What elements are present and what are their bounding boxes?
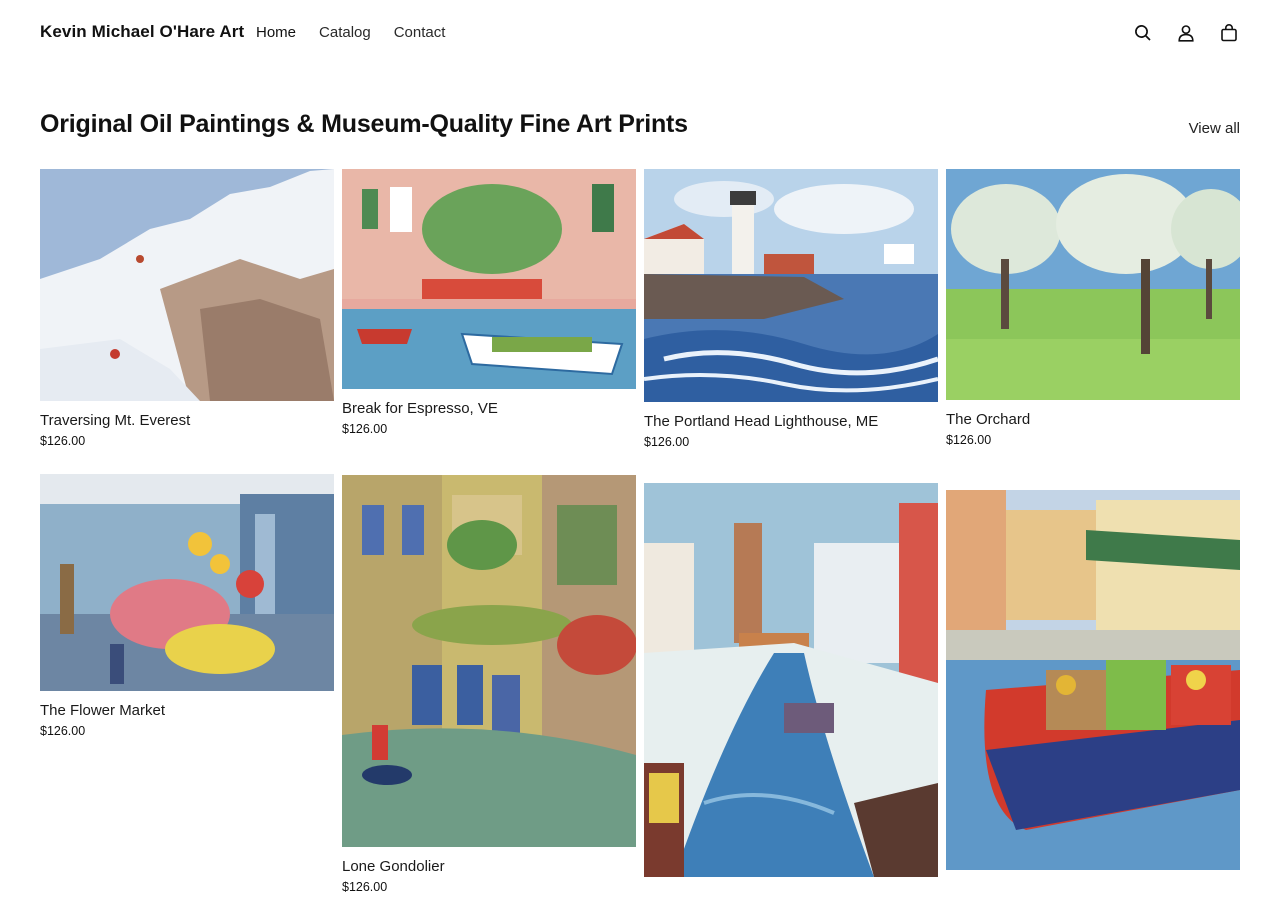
product-image[interactable] xyxy=(644,169,938,402)
product-card[interactable]: The Portland Head Lighthouse, ME $126.00 xyxy=(644,169,938,449)
product-price: $126.00 xyxy=(342,880,388,894)
product-price: $126.00 xyxy=(40,724,86,738)
account-icon[interactable] xyxy=(1175,22,1197,44)
product-image[interactable] xyxy=(644,483,938,877)
product-title[interactable]: Break for Espresso, VE xyxy=(342,400,636,417)
nav-home[interactable]: Home xyxy=(256,24,296,41)
product-title[interactable]: The Orchard xyxy=(946,411,1240,428)
product-title[interactable]: Traversing Mt. Everest xyxy=(40,412,334,429)
view-all-link[interactable]: View all xyxy=(1189,120,1240,137)
product-card[interactable]: Traversing Mt. Everest $126.00 xyxy=(40,169,334,448)
nav-contact[interactable]: Contact xyxy=(394,24,446,41)
product-card[interactable]: The Flower Market $126.00 xyxy=(40,474,334,738)
search-icon[interactable] xyxy=(1132,22,1154,44)
cart-icon[interactable] xyxy=(1218,22,1240,44)
product-price: $126.00 xyxy=(40,434,86,448)
product-card[interactable]: Lone Gondolier $126.00 xyxy=(342,475,636,894)
collection-title: Original Oil Paintings & Museum-Quality … xyxy=(40,110,688,138)
product-image[interactable] xyxy=(342,475,636,847)
product-image[interactable] xyxy=(40,474,334,691)
product-image[interactable] xyxy=(946,169,1240,400)
brand-logo-text[interactable]: Kevin Michael O'Hare Art xyxy=(40,22,244,42)
product-card[interactable] xyxy=(644,483,938,888)
product-card[interactable]: Break for Espresso, VE $126.00 xyxy=(342,169,636,436)
main-nav: Home Catalog Contact xyxy=(256,24,468,41)
header-icons xyxy=(1111,22,1240,44)
product-price: $126.00 xyxy=(946,433,992,447)
product-price: $126.00 xyxy=(644,435,690,449)
product-image[interactable] xyxy=(40,169,334,401)
product-image[interactable] xyxy=(342,169,636,389)
product-image[interactable] xyxy=(946,490,1240,870)
product-title[interactable]: The Portland Head Lighthouse, ME xyxy=(644,413,938,430)
nav-catalog[interactable]: Catalog xyxy=(319,24,371,41)
site-header: Kevin Michael O'Hare Art Home Catalog Co… xyxy=(0,0,1280,66)
product-card[interactable] xyxy=(946,490,1240,881)
product-card[interactable]: The Orchard $126.00 xyxy=(946,169,1240,447)
product-price: $126.00 xyxy=(342,422,388,436)
product-title[interactable]: Lone Gondolier xyxy=(342,858,636,875)
product-title[interactable]: The Flower Market xyxy=(40,702,334,719)
